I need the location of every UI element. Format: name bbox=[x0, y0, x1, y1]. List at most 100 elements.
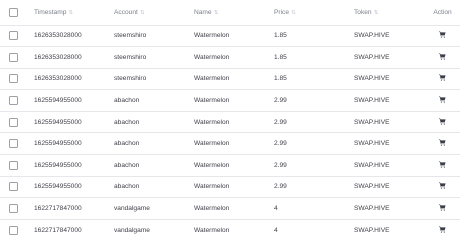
header-name[interactable]: Name ⇅ bbox=[185, 0, 265, 25]
shopping-cart-icon[interactable] bbox=[439, 204, 446, 213]
cell-token: SWAP.HIVE bbox=[354, 97, 390, 105]
shopping-cart-icon[interactable] bbox=[439, 118, 446, 127]
shopping-cart-icon[interactable] bbox=[439, 53, 446, 62]
cell-timestamp: 1625594955000 bbox=[34, 118, 82, 126]
cell-name: Watermelon bbox=[194, 161, 230, 169]
cell-price: 2.99 bbox=[274, 97, 287, 105]
row-select-cell bbox=[0, 68, 25, 90]
row-checkbox[interactable] bbox=[9, 31, 18, 41]
sort-arrows-icon: ⇅ bbox=[373, 9, 379, 16]
table-row: 1622717847000 vandalgame Watermelon 4 SW… bbox=[0, 219, 460, 241]
cell-price: 2.99 bbox=[274, 140, 287, 148]
cell-token: SWAP.HIVE bbox=[354, 205, 390, 213]
cell-name: Watermelon bbox=[194, 75, 230, 83]
row-select-cell bbox=[0, 155, 25, 177]
header-timestamp-label: Timestamp bbox=[34, 8, 67, 16]
cell-name: Watermelon bbox=[194, 97, 230, 105]
select-all-checkbox[interactable] bbox=[9, 7, 18, 17]
cell-price: 1.85 bbox=[274, 75, 287, 83]
row-checkbox[interactable] bbox=[9, 117, 18, 127]
market-table: Timestamp ⇅ Account ⇅ Name ⇅ Price ⇅ Token ⇅ … bbox=[0, 0, 460, 241]
cell-timestamp: 1625594955000 bbox=[34, 161, 82, 169]
sort-arrows-icon: ⇅ bbox=[213, 9, 219, 16]
cell-token: SWAP.HIVE bbox=[354, 161, 390, 169]
cell-action bbox=[425, 219, 460, 241]
shopping-cart-icon[interactable] bbox=[439, 182, 446, 191]
cell-token: SWAP.HIVE bbox=[354, 75, 390, 83]
cell-price: 1.85 bbox=[274, 32, 287, 40]
cell-timestamp: 1625594955000 bbox=[34, 183, 82, 191]
cell-action bbox=[425, 198, 460, 220]
header-price[interactable]: Price ⇅ bbox=[265, 0, 345, 25]
shopping-cart-icon[interactable] bbox=[439, 96, 446, 105]
cell-price: 2.99 bbox=[274, 161, 287, 169]
row-checkbox[interactable] bbox=[9, 74, 18, 84]
cell-name: Watermelon bbox=[194, 226, 230, 234]
cell-action bbox=[425, 47, 460, 69]
sort-arrows-icon: ⇅ bbox=[291, 9, 296, 16]
cell-timestamp: 1622717847000 bbox=[34, 226, 82, 234]
cell-price: 2.99 bbox=[274, 118, 287, 126]
table-row: 1625594955000 abachon Watermelon 2.99 SW… bbox=[0, 89, 460, 112]
cell-price: 4 bbox=[274, 205, 278, 213]
header-action: Action bbox=[425, 0, 460, 25]
row-checkbox[interactable] bbox=[9, 225, 18, 235]
cell-action bbox=[425, 111, 460, 133]
table-row: 1625594955000 abachon Watermelon 2.99 SW… bbox=[0, 154, 460, 177]
cell-name: Watermelon bbox=[194, 32, 230, 40]
cell-price: 2.99 bbox=[274, 183, 287, 191]
shopping-cart-icon[interactable] bbox=[439, 139, 446, 148]
cell-timestamp: 1626353028000 bbox=[34, 32, 82, 40]
row-checkbox[interactable] bbox=[9, 160, 18, 170]
cell-account: abachon bbox=[114, 161, 140, 169]
cell-action bbox=[425, 68, 460, 90]
cell-account: steemshiro bbox=[114, 53, 147, 61]
cell-action bbox=[425, 133, 460, 155]
table-row: 1625594955000 abachon Watermelon 2.99 SW… bbox=[0, 132, 460, 155]
row-select-cell bbox=[0, 111, 25, 133]
cell-account: abachon bbox=[114, 183, 140, 191]
table-row: 1626353028000 steemshiro Watermelon 1.85… bbox=[0, 68, 460, 90]
header-token-label: Token bbox=[354, 8, 372, 16]
header-name-label: Name bbox=[194, 8, 212, 16]
cell-action bbox=[425, 90, 460, 112]
cell-price: 4 bbox=[274, 226, 278, 234]
row-checkbox[interactable] bbox=[9, 204, 18, 214]
shopping-cart-icon[interactable] bbox=[439, 226, 446, 235]
header-action-label: Action bbox=[433, 8, 452, 16]
cell-account: abachon bbox=[114, 140, 140, 148]
row-select-cell bbox=[0, 198, 25, 220]
cell-token: SWAP.HIVE bbox=[354, 32, 390, 40]
shopping-cart-icon[interactable] bbox=[439, 161, 446, 170]
table-row: 1622717847000 vandalgame Watermelon 4 SW… bbox=[0, 197, 460, 220]
cell-token: SWAP.HIVE bbox=[354, 140, 390, 148]
header-timestamp[interactable]: Timestamp ⇅ bbox=[25, 0, 105, 25]
table-row: 1625594955000 abachon Watermelon 2.99 SW… bbox=[0, 176, 460, 198]
header-token[interactable]: Token ⇅ bbox=[345, 0, 425, 25]
header-account-label: Account bbox=[114, 8, 138, 16]
shopping-cart-icon[interactable] bbox=[439, 74, 446, 83]
cell-account: steemshiro bbox=[114, 32, 147, 40]
table-row: 1626353028000 steemshiro Watermelon 1.85… bbox=[0, 25, 460, 47]
row-checkbox[interactable] bbox=[9, 96, 18, 106]
row-select-cell bbox=[0, 47, 25, 69]
row-select-cell bbox=[0, 25, 25, 47]
cell-token: SWAP.HIVE bbox=[354, 118, 390, 126]
row-select-cell bbox=[0, 219, 25, 241]
row-checkbox[interactable] bbox=[9, 52, 18, 62]
select-all-cell bbox=[0, 0, 25, 25]
cell-action bbox=[425, 155, 460, 177]
cell-token: SWAP.HIVE bbox=[354, 53, 390, 61]
row-select-cell bbox=[0, 176, 25, 198]
table-header-row: Timestamp ⇅ Account ⇅ Name ⇅ Price ⇅ Token ⇅ … bbox=[0, 0, 460, 25]
cell-timestamp: 1625594955000 bbox=[34, 97, 82, 105]
row-checkbox[interactable] bbox=[9, 139, 18, 149]
table-body: 1626353028000 steemshiro Watermelon 1.85… bbox=[0, 25, 460, 241]
sort-arrows-icon: ⇅ bbox=[68, 9, 73, 16]
cell-token: SWAP.HIVE bbox=[354, 226, 390, 234]
row-checkbox[interactable] bbox=[9, 182, 18, 192]
shopping-cart-icon[interactable] bbox=[439, 31, 446, 40]
header-account[interactable]: Account ⇅ bbox=[105, 0, 185, 25]
cell-account: abachon bbox=[114, 97, 140, 105]
cell-token: SWAP.HIVE bbox=[354, 183, 390, 191]
